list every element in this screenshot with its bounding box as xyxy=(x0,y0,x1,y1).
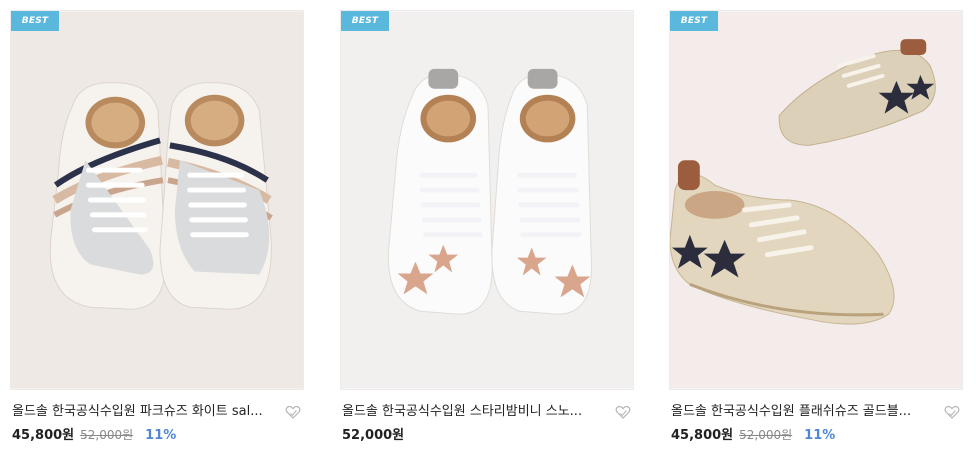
product-title-row: 올드솔 한국공식수입원 파크슈즈 화이트 sal... xyxy=(12,403,304,421)
heart-outline-icon[interactable] xyxy=(943,403,961,421)
product-image[interactable]: BEST xyxy=(10,10,304,390)
sale-price: 45,800원 xyxy=(671,428,734,443)
baby-sneaker-white-stripe-image xyxy=(11,11,303,389)
discount-rate: 11% xyxy=(145,428,177,443)
product-card[interactable]: BEST 올드솔 한국공식수입원 파크슈즈 화이트 sal... 45,800원… xyxy=(10,0,304,457)
sale-price: 45,800원 xyxy=(12,428,75,443)
baby-sneaker-gold-star-image xyxy=(670,11,962,389)
product-card[interactable]: BEST 올드솔 한국공식수입원 스타리밤비니 스노... 52,000원 xyxy=(340,0,634,457)
heart-outline-icon[interactable] xyxy=(284,403,302,421)
price-row: 45,800원 52,000원 11% xyxy=(12,424,177,443)
best-badge: BEST xyxy=(11,11,59,31)
heart-outline-icon[interactable] xyxy=(614,403,632,421)
best-badge: BEST xyxy=(341,11,389,31)
price-row: 52,000원 xyxy=(342,424,405,443)
product-title-row: 올드솔 한국공식수입원 플래쉬슈즈 골드블... xyxy=(671,403,963,421)
product-image[interactable]: BEST xyxy=(340,10,634,390)
original-price: 52,000원 xyxy=(80,428,134,442)
price-row: 45,800원 52,000원 11% xyxy=(671,424,836,443)
product-title-row: 올드솔 한국공식수입원 스타리밤비니 스노... xyxy=(342,403,634,421)
product-title[interactable]: 올드솔 한국공식수입원 파크슈즈 화이트 sal... xyxy=(12,403,278,421)
sale-price: 52,000원 xyxy=(342,428,405,443)
best-badge: BEST xyxy=(670,11,718,31)
discount-rate: 11% xyxy=(804,428,836,443)
product-card[interactable]: BEST 올드솔 한국공식수입원 플래쉬슈즈 골드블... 45,800원 52… xyxy=(669,0,963,457)
baby-sneaker-white-star-image xyxy=(341,11,633,389)
product-title[interactable]: 올드솔 한국공식수입원 스타리밤비니 스노... xyxy=(342,403,608,421)
product-image[interactable]: BEST xyxy=(669,10,963,390)
original-price: 52,000원 xyxy=(739,428,793,442)
product-title[interactable]: 올드솔 한국공식수입원 플래쉬슈즈 골드블... xyxy=(671,403,937,421)
product-grid: BEST 올드솔 한국공식수입원 파크슈즈 화이트 sal... 45,800원… xyxy=(0,0,976,457)
